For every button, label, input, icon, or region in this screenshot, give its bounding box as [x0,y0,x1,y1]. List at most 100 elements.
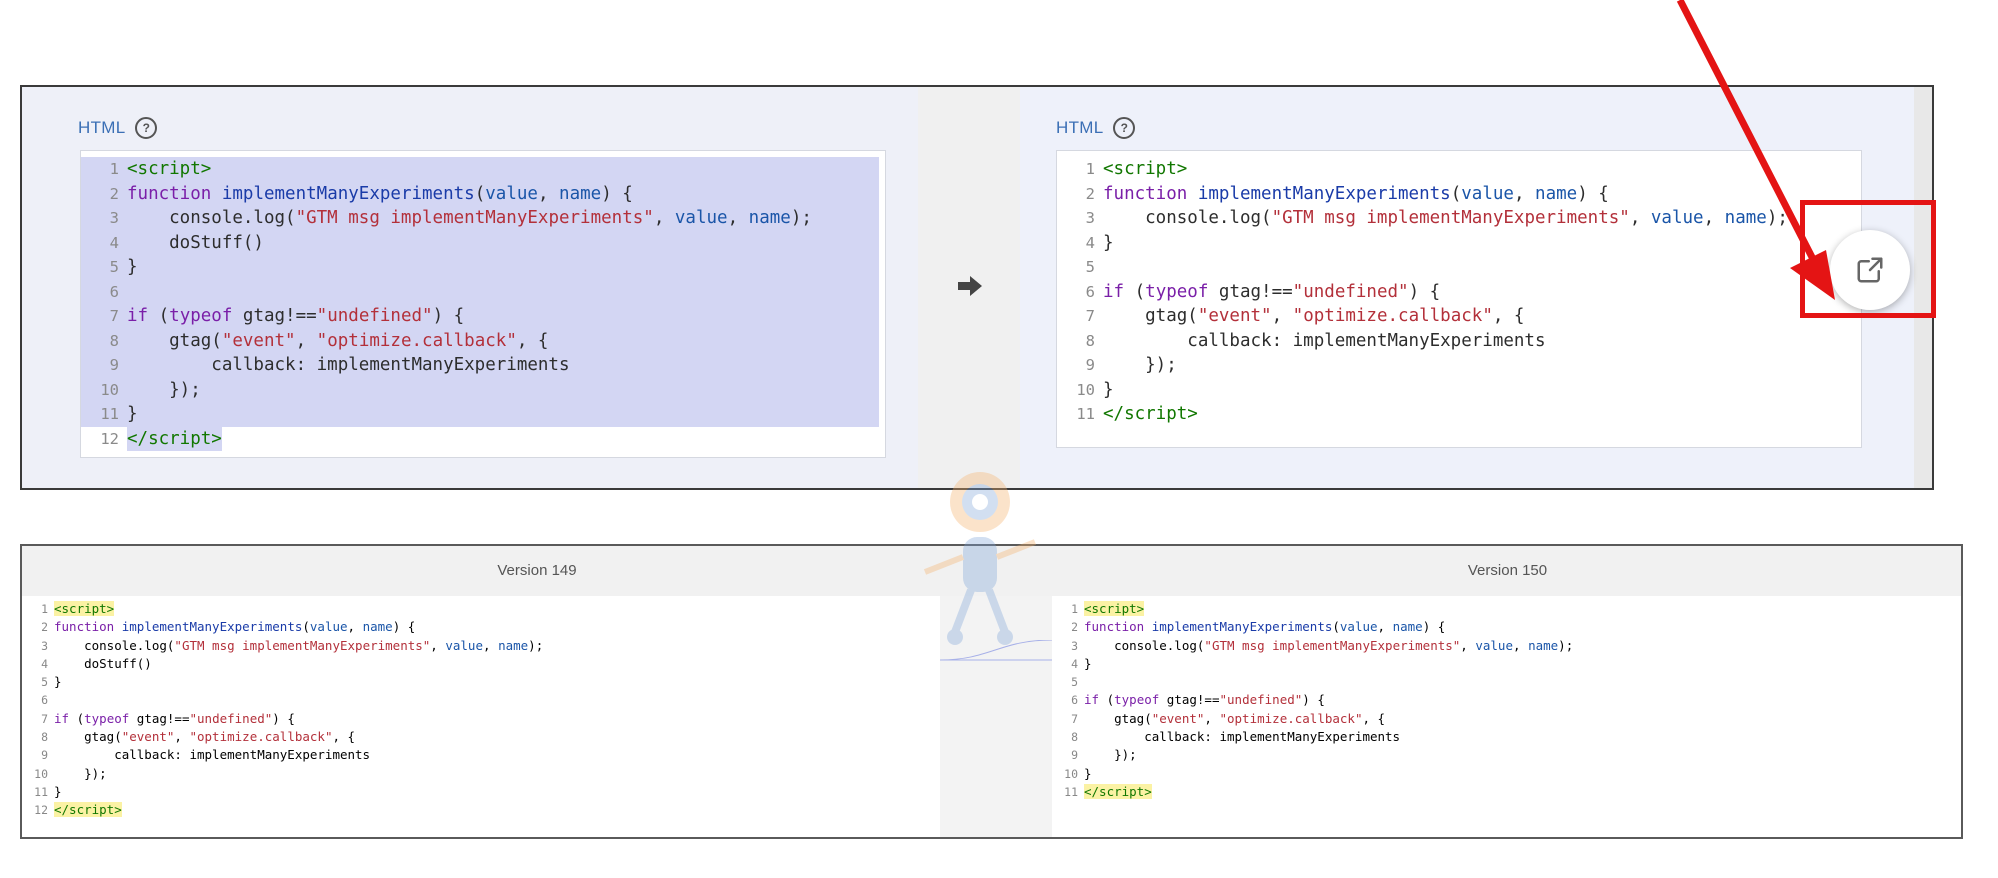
code-line[interactable]: 5 [1057,255,1861,280]
code-line[interactable]: 1 <script> [22,600,940,618]
code-text: console.log("GTM msg implementManyExperi… [54,637,544,653]
code-text: callback: implementManyExperiments [1084,729,1401,745]
line-number: 4 [109,233,119,252]
code-line[interactable]: 12 </script> [22,801,940,819]
code-text: callback: implementManyExperiments [1103,330,1546,351]
code-line[interactable]: 8 callback: implementManyExperiments [1057,329,1861,354]
code-text: </script> [1084,783,1152,799]
code-line[interactable]: 2 function implementManyExperiments(value… [22,618,940,636]
code-line[interactable]: 2 function implementManyExperiments(value… [1057,182,1861,207]
code-text: function implementManyExperiments(value,… [1103,183,1609,204]
right-diff-pane[interactable]: 1 <script> 2 function implementManyExperime… [1052,596,1961,837]
code-line[interactable]: 5 [1052,673,1961,691]
code-text: if (typeof gtag!=="undefined") { [1084,692,1325,708]
code-line[interactable]: 4} [1057,231,1861,256]
code-text: </script> [1103,404,1198,424]
code-line[interactable]: 10 }); [22,765,940,783]
code-line[interactable]: 12 </script> [81,426,879,451]
line-number: 10 [1064,766,1078,781]
code-line[interactable]: 8 gtag("event", "optimize.callback", { [81,328,879,353]
html-label: HTML [78,118,126,137]
code-text: gtag("event", "optimize.callback", { [1084,710,1386,726]
line-number: 5 [1071,675,1078,690]
code-text: if (typeof gtag!=="undefined") { [127,304,465,329]
code-text: } [1103,379,1114,400]
line-number: 6 [41,693,48,708]
code-line[interactable]: 7 if (typeof gtag!=="undefined") { [81,304,879,329]
line-number: 10 [100,380,119,399]
code-line[interactable]: 4 doStuff() [81,230,879,255]
line-number: 5 [109,258,119,276]
code-line[interactable]: 1 <script> [1057,157,1861,182]
annotation-highlight-box [1800,200,1936,318]
code-text: console.log("GTM msg implementManyExperi… [127,206,812,231]
code-text: doStuff() [127,230,264,255]
compare-panel: HTML ? 1 <script> 2 function implementManyE… [20,85,1934,490]
code-text: console.log("GTM msg implementManyExperi… [1103,208,1788,228]
code-text: <script> [127,157,212,182]
code-text: }); [127,377,201,402]
right-code-editor[interactable]: 1 <script> 2 function implementManyExperime… [1056,150,1862,448]
code-line[interactable]: 9 }); [1057,353,1861,378]
code-line[interactable]: 4} [1052,655,1961,673]
code-line[interactable]: 2 function implementManyExperiments(value… [1052,618,1961,636]
code-text: }); [1084,747,1137,763]
code-text: <script> [1084,601,1145,616]
code-line[interactable]: 10} [1052,765,1961,783]
code-line[interactable]: 11} [81,402,879,427]
code-line[interactable]: 7 if (typeof gtag!=="undefined") { [22,710,940,728]
code-line[interactable]: 3 console.log("GTM msg implementManyExpe… [1057,206,1861,231]
line-number: 12 [100,429,119,448]
left-code-section: HTML ? 1 <script> 2 function implementManyE… [22,87,918,488]
code-line[interactable]: 3 console.log("GTM msg implementManyExpe… [1052,637,1961,655]
code-line[interactable]: 8 gtag("event", "optimize.callback", { [22,728,940,746]
code-line[interactable]: 10 }); [81,377,879,402]
code-line[interactable]: 6 [22,691,940,709]
line-number: 2 [41,620,48,635]
line-number: 1 [41,602,48,616]
compare-divider [918,87,1020,488]
left-code-editor[interactable]: 1 <script> 2 function implementManyExperime… [80,150,886,458]
code-line[interactable]: 7 gtag("event", "optimize.callback", { [1052,710,1961,728]
code-line[interactable]: 5} [81,255,879,280]
code-line[interactable]: 9 callback: implementManyExperiments [22,746,940,764]
code-line[interactable]: 3 console.log("GTM msg implementManyExpe… [81,206,879,231]
line-number: 6 [109,282,119,301]
code-text: gtag("event", "optimize.callback", { [54,729,356,745]
html-label: HTML [1056,118,1104,137]
line-number: 1 [1071,602,1078,616]
code-line[interactable]: 6 [81,279,879,304]
line-number: 3 [109,209,119,227]
left-diff-pane[interactable]: 1 <script> 2 function implementManyExperime… [22,596,940,837]
code-line[interactable]: 5} [22,673,940,691]
code-text: <script> [54,601,115,616]
line-number: 5 [1085,258,1095,276]
code-line[interactable]: 3 console.log("GTM msg implementManyExpe… [22,637,940,655]
code-line[interactable]: 11 </script> [1057,402,1861,427]
code-text: function implementManyExperiments(value,… [54,619,416,635]
code-line[interactable]: 8 callback: implementManyExperiments [1052,728,1961,746]
line-number: 8 [109,331,119,350]
code-line[interactable]: 6 if (typeof gtag!=="undefined") { [1052,691,1961,709]
code-line[interactable]: 1 <script> [1052,600,1961,618]
code-line[interactable]: 4 doStuff() [22,655,940,673]
code-text: } [1103,232,1114,253]
code-line[interactable]: 2 function implementManyExperiments(value… [81,181,879,206]
code-line[interactable]: 9 }); [1052,746,1961,764]
arrow-right-icon [958,276,982,296]
code-text: if (typeof gtag!=="undefined") { [1103,281,1441,302]
code-line[interactable]: 10} [1057,378,1861,403]
code-line[interactable]: 9 callback: implementManyExperiments [81,353,879,378]
question-circle-icon[interactable]: ? [1113,117,1136,139]
line-number: 11 [1064,784,1078,799]
code-line[interactable]: 7 gtag("event", "optimize.callback", { [1057,304,1861,329]
code-text: </script> [54,802,122,818]
question-circle-icon[interactable]: ? [135,117,158,139]
code-line[interactable]: 11 </script> [1052,783,1961,801]
code-line[interactable]: 6 if (typeof gtag!=="undefined") { [1057,280,1861,305]
code-line[interactable]: 11} [22,783,940,801]
code-line[interactable]: 1 <script> [81,157,879,182]
line-number: 4 [1085,233,1095,252]
